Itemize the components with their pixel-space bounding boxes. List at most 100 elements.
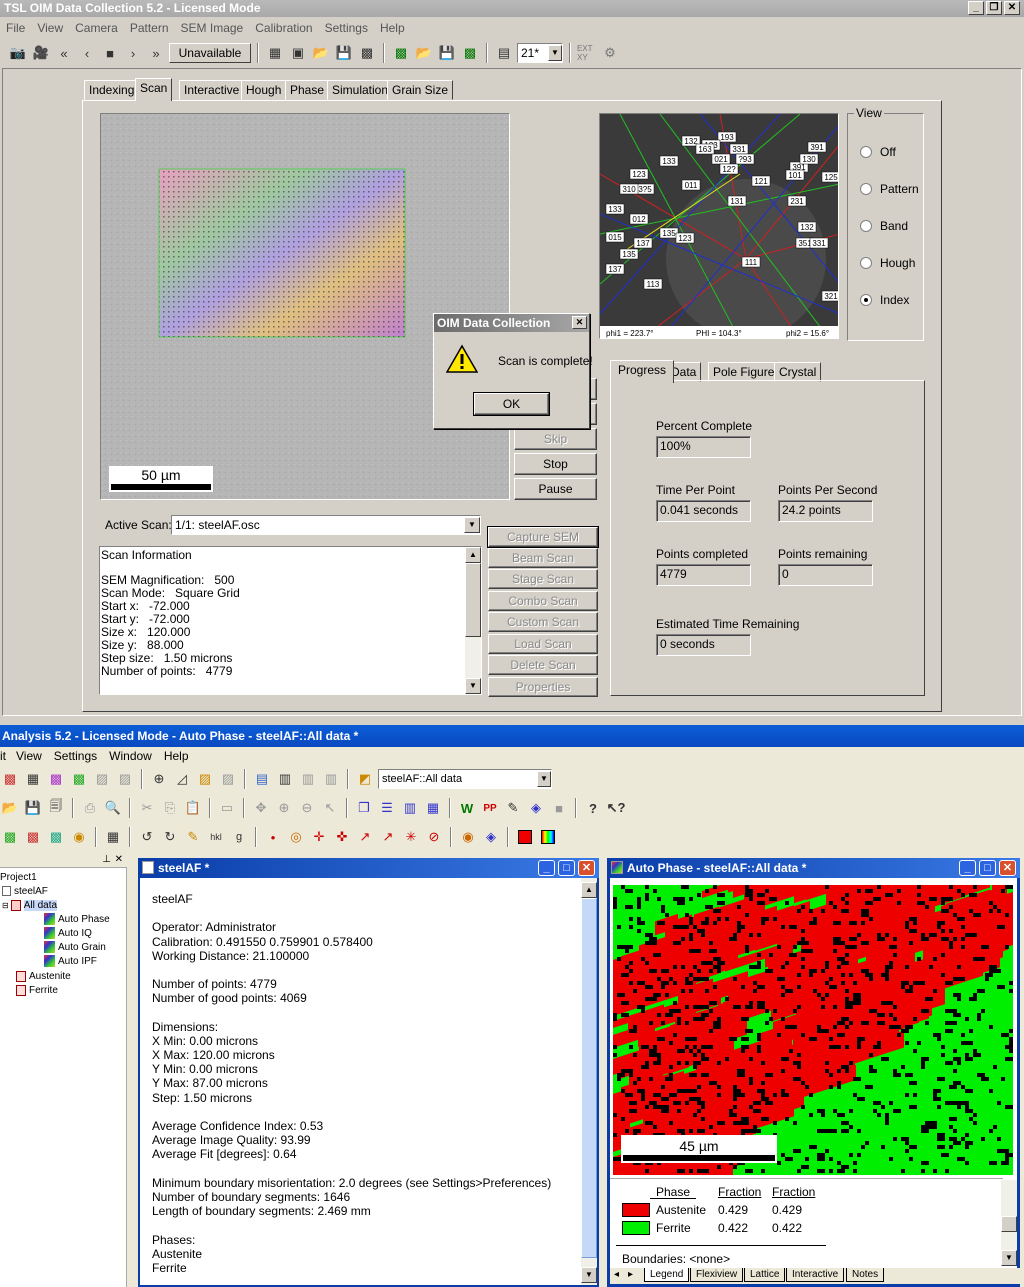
menu-sem-image[interactable]: SEM Image (175, 18, 250, 38)
video-icon[interactable]: 🎥 (31, 43, 51, 63)
chevron-down-icon[interactable]: ▼ (537, 771, 551, 787)
sem-image[interactable]: 50 µm (100, 113, 510, 500)
custom-scan-button[interactable]: Custom Scan (488, 612, 598, 632)
rotate-right-icon[interactable]: ↻ (160, 827, 180, 847)
minimize-icon[interactable]: _ (959, 860, 976, 876)
legend-scrollbar[interactable]: ▼ (1001, 1180, 1017, 1266)
tree-map-auto-grain[interactable]: Auto Grain (44, 941, 106, 955)
menu-camera[interactable]: Camera (69, 18, 124, 38)
red-color-icon[interactable] (515, 827, 535, 847)
pattern-export-icon[interactable]: ▩ (460, 43, 480, 63)
print-preview-icon[interactable]: 🔍 (103, 798, 123, 818)
pointer-icon[interactable]: ↖ (320, 798, 340, 818)
phase-map[interactable]: 45 µm (613, 885, 1013, 1175)
stop-icon[interactable]: ■ (100, 43, 120, 63)
pause-button[interactable]: Pause (514, 478, 597, 500)
properties-button[interactable]: Properties (488, 677, 598, 697)
tab-legend[interactable]: Legend (644, 1268, 690, 1282)
menu-file[interactable]: File (0, 18, 31, 38)
chart-disabled-2-icon[interactable]: ▥ (321, 769, 341, 789)
phase-map-icon[interactable]: ▩ (69, 769, 89, 789)
print-icon[interactable]: ⎙ (80, 798, 100, 818)
pan-icon[interactable]: ✥ (251, 798, 271, 818)
word-icon[interactable]: W (457, 798, 477, 818)
save-icon[interactable]: 💾 (334, 43, 354, 63)
context-help-icon[interactable]: ↖? (606, 798, 626, 818)
tab-grain-size[interactable]: Grain Size (387, 80, 454, 100)
ext-xy-icon[interactable]: EXT XY (577, 43, 597, 63)
load-scan-button[interactable]: Load Scan (488, 634, 598, 654)
pole-figure-icon[interactable]: ⊕ (149, 769, 169, 789)
tile-horizontal-icon[interactable]: ☰ (377, 798, 397, 818)
help-icon[interactable]: ? (583, 798, 603, 818)
active-scan-select[interactable]: 1/1: steelAF.osc ▼ (171, 515, 481, 535)
capture-icon[interactable]: ▣ (288, 43, 308, 63)
tab-progress[interactable]: Progress (610, 360, 675, 383)
menu-view[interactable]: View (31, 18, 69, 38)
arrange-icon[interactable]: ▦ (423, 798, 443, 818)
view-pattern-radio[interactable]: Pattern (860, 182, 919, 196)
tab-interactive[interactable]: Interactive (786, 1268, 845, 1282)
view-index-radio[interactable]: Index (860, 293, 909, 307)
zoom-out-icon[interactable]: ⊖ (297, 798, 317, 818)
spectrum-color-icon[interactable] (538, 827, 558, 847)
scan-info-scrollbar[interactable]: ▲ ▼ (465, 547, 481, 694)
tree-phase-austenite[interactable]: Austenite (16, 970, 71, 984)
binning-icon[interactable]: ▤ (494, 43, 514, 63)
chart-icon[interactable]: ▤ (252, 769, 272, 789)
menu-help[interactable]: Help (158, 746, 195, 766)
camera-icon[interactable]: 📷 (8, 43, 28, 63)
dataset-select[interactable]: steelAF::All data ▼ (378, 769, 552, 789)
tab-pole-figure[interactable]: Pole Figure (708, 362, 780, 382)
paste-icon[interactable]: 📋 (183, 798, 203, 818)
target-icon[interactable]: ◎ (286, 827, 306, 847)
scroll-down-icon[interactable]: ▼ (465, 678, 481, 694)
map-disabled-1-icon[interactable]: ▨ (92, 769, 112, 789)
map-disabled-2-icon[interactable]: ▨ (115, 769, 135, 789)
open-icon[interactable]: 📂 (311, 43, 331, 63)
point-icon[interactable]: • (263, 827, 283, 847)
circle-target-icon[interactable]: ◉ (458, 827, 478, 847)
tree-phase-ferrite[interactable]: Ferrite (16, 984, 58, 998)
tree-dataset[interactable]: steelAF (2, 885, 48, 899)
menu-settings[interactable]: Settings (319, 18, 374, 38)
scan-info-box[interactable]: Scan Information SEM Magnification: 500 S… (99, 546, 482, 695)
stop-button[interactable]: Stop (514, 453, 597, 475)
beam-scan-button[interactable]: Beam Scan (488, 548, 598, 568)
misc-1-icon[interactable]: ▩ (0, 827, 20, 847)
zoom-in-icon[interactable]: ⊕ (274, 798, 294, 818)
ipf-map-icon[interactable]: ▩ (0, 769, 20, 789)
rewind-icon[interactable]: « (54, 43, 74, 63)
g-icon[interactable]: g (229, 827, 249, 847)
zoom-select[interactable]: 21* ▼ (517, 43, 563, 63)
inverse-pole-figure-icon[interactable]: ◿ (172, 769, 192, 789)
lattice-icon[interactable]: hkl (206, 827, 226, 847)
wand-icon[interactable]: ✎ (503, 798, 523, 818)
highlight-icon[interactable]: ◩ (355, 769, 375, 789)
minimize-icon[interactable]: _ (538, 860, 555, 876)
tab-scroll-left-icon[interactable]: ◂ (614, 1269, 619, 1280)
chevron-down-icon[interactable]: ▼ (464, 517, 480, 533)
star-icon[interactable]: ✳ (401, 827, 421, 847)
scroll-thumb[interactable] (1001, 1216, 1017, 1232)
scroll-down-icon[interactable]: ▼ (1001, 1250, 1017, 1266)
save-all-icon[interactable]: 🗐 (46, 798, 66, 818)
scroll-thumb[interactable] (465, 563, 481, 637)
stage-icon[interactable]: ⚙ (600, 43, 620, 63)
scroll-up-icon[interactable]: ▲ (581, 882, 597, 898)
tree-map-auto-ipf[interactable]: Auto IPF (44, 955, 97, 969)
color-icon[interactable]: ◈ (526, 798, 546, 818)
misc-4-icon[interactable]: ◉ (69, 827, 89, 847)
dialog-ok-button[interactable]: OK (473, 392, 550, 416)
tile-vertical-icon[interactable]: ▥ (400, 798, 420, 818)
combo-scan-button[interactable]: Combo Scan (488, 591, 598, 611)
tree-map-auto-phase[interactable]: Auto Phase (44, 913, 110, 927)
quality-map-icon[interactable]: ▦ (23, 769, 43, 789)
back-icon[interactable]: ‹ (77, 43, 97, 63)
view-band-radio[interactable]: Band (860, 219, 908, 233)
minimize-icon[interactable]: _ (968, 1, 984, 15)
brush-icon[interactable]: ✎ (183, 827, 203, 847)
tab-notes[interactable]: Notes (846, 1268, 885, 1282)
tab-simulation[interactable]: Simulation (327, 80, 394, 100)
tab-scan[interactable]: Scan (135, 78, 173, 101)
